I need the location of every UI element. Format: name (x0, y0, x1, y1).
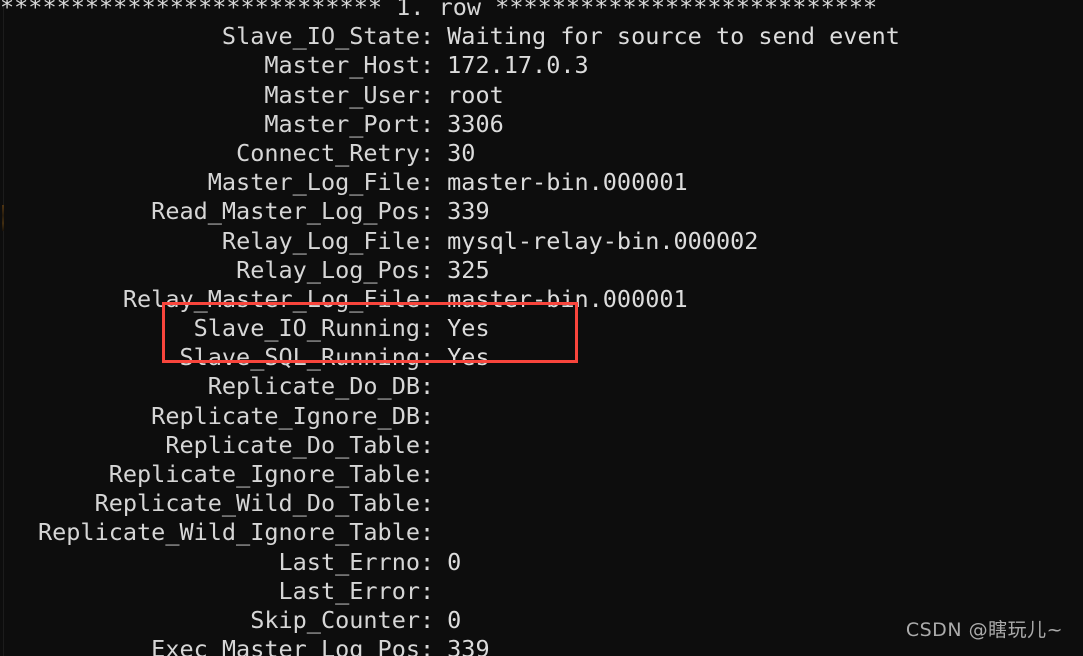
status-row-value: 339 (447, 197, 490, 226)
status-row: Relay_Log_Pos: 325 (0, 256, 1083, 285)
terminal-window: *************************** 1. row *****… (0, 0, 1083, 656)
status-row-colon: : (420, 401, 435, 430)
status-row-colon: : (420, 80, 435, 109)
status-row-value: master-bin.000001 (447, 284, 688, 313)
status-row-colon: : (420, 343, 435, 372)
status-row: Connect_Retry: 30 (0, 139, 1083, 168)
status-row: Relay_Master_Log_File: master-bin.000001 (0, 285, 1083, 314)
status-row-colon: : (420, 51, 435, 80)
status-row: Master_Log_File: master-bin.000001 (0, 168, 1083, 197)
status-row-colon: : (420, 226, 435, 255)
status-row-label: Replicate_Ignore_DB (151, 401, 420, 430)
status-row-label: Skip_Counter (250, 605, 420, 634)
status-row: Relay_Log_File: mysql-relay-bin.000002 (0, 227, 1083, 256)
status-row-colon: : (420, 430, 435, 459)
status-row: Master_Host: 172.17.0.3 (0, 51, 1083, 80)
status-row-colon: : (420, 284, 435, 313)
status-row: Replicate_Do_DB: (0, 372, 1083, 401)
status-row-value: 0 (447, 547, 462, 576)
status-row-value: master-bin.000001 (447, 168, 688, 197)
status-row: Replicate_Ignore_DB: (0, 402, 1083, 431)
status-row-value: Yes (447, 314, 490, 343)
status-row-colon: : (420, 255, 435, 284)
status-row-colon: : (420, 635, 435, 656)
status-row-label: Read_Master_Log_Pos (151, 197, 420, 226)
status-row-colon: : (420, 22, 435, 51)
status-row-colon: : (420, 168, 435, 197)
status-row: Slave_IO_Running: Yes (0, 314, 1083, 343)
status-row: Slave_IO_State: Waiting for source to sen… (0, 22, 1083, 51)
status-row-value: Waiting for source to send event (447, 22, 900, 51)
status-row-label: Master_User (264, 80, 420, 109)
status-row-colon: : (420, 460, 435, 488)
status-row-label: Slave_SQL_Running (179, 343, 420, 372)
csdn-watermark: CSDN @瞎玩儿~ (905, 619, 1063, 641)
status-row-colon: : (420, 547, 435, 576)
status-row-label: Replicate_Wild_Ignore_Table (37, 518, 420, 547)
status-row-label: Master_Log_File (207, 168, 420, 197)
status-row-colon: : (420, 372, 435, 401)
status-row: Replicate_Do_Table: (0, 431, 1083, 460)
status-row-label: Slave_IO_Running (193, 314, 420, 343)
status-row-label: Last_Error (278, 576, 420, 605)
status-row-label: Master_Port (264, 109, 420, 138)
status-row-label: Relay_Master_Log_File (122, 284, 420, 313)
row-separator-header: *************************** 1. row *****… (0, 0, 878, 21)
status-row-label: Master_Host (264, 51, 420, 80)
status-row-label: Relay_Log_File (221, 226, 420, 255)
status-row-label: Last_Errno (278, 547, 420, 576)
status-row: Last_Error: (0, 577, 1083, 606)
status-row-value: mysql-relay-bin.000002 (447, 226, 759, 255)
status-row-colon: : (420, 576, 435, 605)
status-row-colon: : (420, 605, 435, 634)
status-row: Slave_SQL_Running: Yes (0, 343, 1083, 372)
status-row-label: Slave_IO_State (221, 22, 420, 51)
status-row: Read_Master_Log_Pos: 339 (0, 197, 1083, 226)
status-row-value: 339 (447, 635, 490, 656)
status-row-value: 0 (447, 605, 462, 634)
status-row-colon: : (420, 489, 435, 518)
status-row-value: root (447, 80, 504, 109)
status-row-colon: : (420, 109, 435, 138)
status-row-label: Connect_Retry (236, 138, 420, 167)
status-row-value: 3306 (447, 109, 504, 138)
status-row: Replicate_Wild_Ignore_Table: (0, 518, 1083, 547)
status-row: Master_Port: 3306 (0, 110, 1083, 139)
status-row: Replicate_Wild_Do_Table: (0, 489, 1083, 518)
status-row: Master_User: root (0, 81, 1083, 110)
status-row-label: Replicate_Ignore_Table (108, 460, 420, 488)
status-row-value: 30 (447, 138, 476, 167)
status-row-value: 325 (447, 255, 490, 284)
status-row: Replicate_Ignore_Table: (0, 460, 1083, 489)
terminal-output: *************************** 1. row *****… (0, 0, 1083, 656)
status-row-label: Replicate_Do_Table (165, 430, 420, 459)
status-row-label: Replicate_Wild_Do_Table (94, 489, 420, 518)
status-row-value: Yes (447, 343, 490, 372)
status-row-colon: : (420, 314, 435, 343)
status-row: Last_Errno: 0 (0, 548, 1083, 577)
status-row-label: Replicate_Do_DB (207, 372, 420, 401)
status-row-value: 172.17.0.3 (447, 51, 589, 80)
status-row-label: Relay_Log_Pos (236, 255, 420, 284)
status-row-colon: : (420, 138, 435, 167)
status-row-colon: : (420, 197, 435, 226)
status-row-label: Exec_Master_Log_Pos (151, 635, 420, 656)
status-row-colon: : (420, 518, 435, 547)
